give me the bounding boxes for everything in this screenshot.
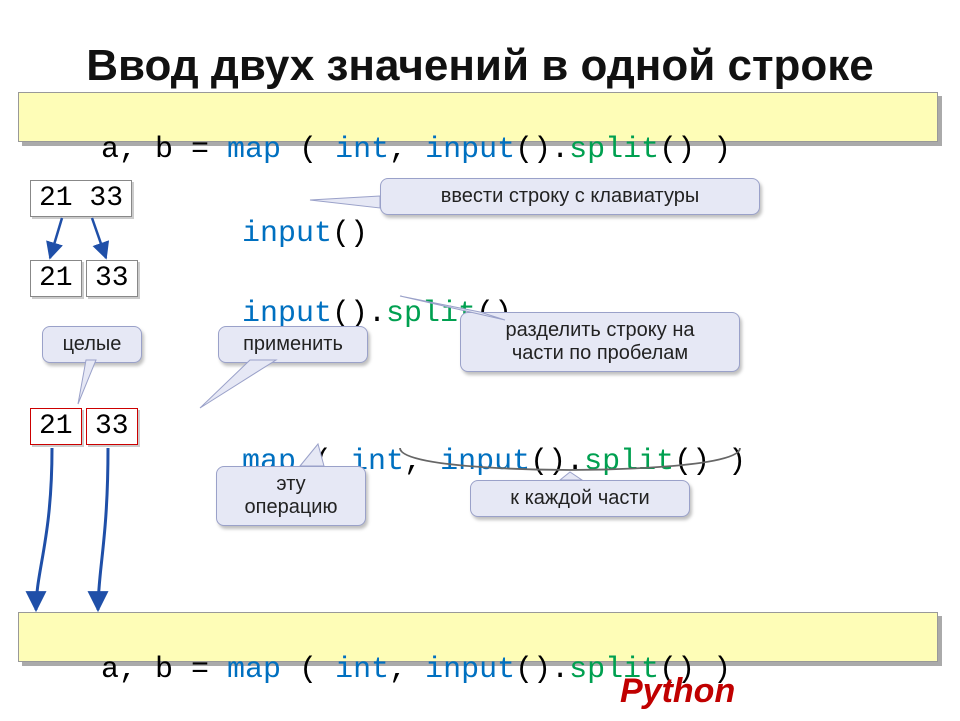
kw-split: split xyxy=(584,445,674,479)
kw-map: map xyxy=(227,653,281,687)
kw-map: map xyxy=(227,133,281,167)
kw-input: input xyxy=(440,445,530,479)
kw-int: int xyxy=(335,133,389,167)
parsed-int-a: 21 xyxy=(30,408,82,445)
callout-keyboard: ввести строку с клавиатуры xyxy=(380,178,760,215)
parsed-int-b: 33 xyxy=(86,408,138,445)
page-title: Ввод двух значений в одной строке xyxy=(0,41,960,91)
kw-input: input xyxy=(425,653,515,687)
kw-input: input xyxy=(242,217,332,251)
code-bar-bottom: a, b = map ( int, input().split() ) xyxy=(18,612,938,662)
sample-input-a: 21 xyxy=(30,260,82,297)
kw-int: int xyxy=(335,653,389,687)
callout-apply: применить xyxy=(218,326,368,363)
code-bar-top: a, b = map ( int, input().split() ) xyxy=(18,92,938,142)
kw-input: input xyxy=(425,133,515,167)
code-prefix: a, b = xyxy=(101,653,227,687)
sample-input-b: 33 xyxy=(86,260,138,297)
callout-split-by-spaces: разделить строку на части по пробелам xyxy=(460,312,740,372)
kw-split: split xyxy=(569,133,659,167)
code-prefix: a, b = xyxy=(101,133,227,167)
callout-int: целые xyxy=(42,326,142,363)
callout-this-op: эту операцию xyxy=(216,466,366,526)
footer-language: Python xyxy=(620,672,735,711)
sample-input-combined: 21 33 xyxy=(30,180,132,217)
callout-each-part: к каждой части xyxy=(470,480,690,517)
